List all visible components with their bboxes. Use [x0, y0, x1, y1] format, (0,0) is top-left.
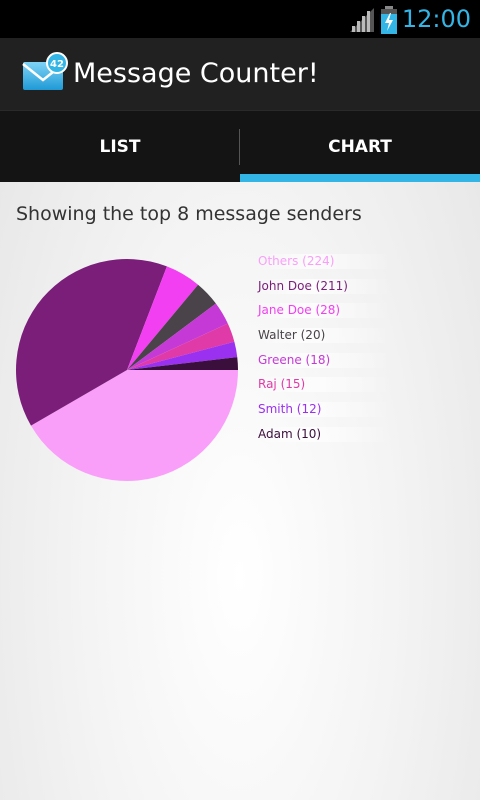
tab-bar: LIST CHART	[0, 110, 480, 182]
legend-item-jane-doe: Jane Doe (28)	[256, 299, 406, 324]
legend-item-raj: Raj (15)	[256, 373, 406, 398]
chart-legend: Others (224) John Doe (211) Jane Doe (28) W…	[256, 250, 406, 448]
envelope-badge-icon[interactable]: 42	[22, 52, 68, 92]
action-bar: 42 Message Counter!	[0, 38, 480, 110]
tab-list[interactable]: LIST	[0, 111, 240, 182]
status-clock: 12:00	[401, 5, 471, 33]
legend-item-others: Others (224)	[256, 250, 406, 275]
legend-item-walter: Walter (20)	[256, 324, 406, 349]
signal-icon	[350, 8, 374, 32]
tab-chart[interactable]: CHART	[240, 111, 480, 182]
status-bar: 12:00	[0, 0, 480, 38]
chart-subtitle: Showing the top 8 message senders	[16, 203, 362, 225]
tab-selected-indicator	[240, 174, 480, 182]
legend-item-john-doe: John Doe (211)	[256, 275, 406, 300]
legend-item-smith: Smith (12)	[256, 398, 406, 423]
app-title: Message Counter!	[73, 58, 319, 89]
badge-count: 42	[50, 59, 64, 70]
legend-item-greene: Greene (18)	[256, 349, 406, 374]
pie-chart	[16, 259, 239, 481]
legend-item-adam: Adam (10)	[256, 423, 406, 448]
battery-charging-icon	[381, 6, 397, 34]
